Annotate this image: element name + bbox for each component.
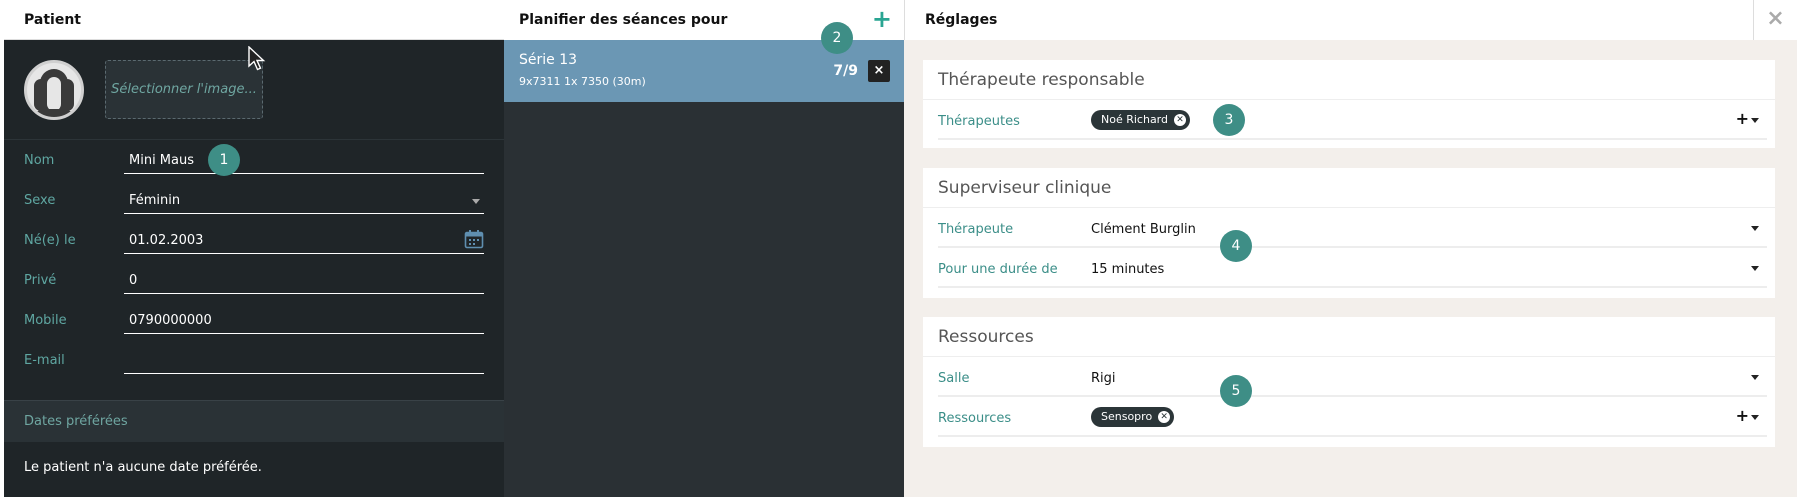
marker-4: 4 (1220, 230, 1252, 262)
caret-down-icon[interactable] (1751, 415, 1759, 420)
app-window: Patient Sélectionner l'image... Nom Mini… (0, 0, 1797, 497)
remove-tag-icon[interactable]: ✕ (1158, 411, 1171, 423)
settings-header: Réglages × (904, 0, 1797, 40)
email-input[interactable] (124, 348, 484, 374)
add-plus-icon[interactable]: + (872, 6, 892, 32)
calendar-icon[interactable] (464, 229, 484, 249)
caret-down-icon[interactable] (1751, 266, 1759, 271)
private-input[interactable]: 0 (124, 268, 484, 294)
tag-text: Sensopro (1101, 410, 1153, 423)
gender-select[interactable]: Féminin (124, 188, 484, 214)
caret-down-icon[interactable] (1751, 375, 1759, 380)
add-resource-button[interactable]: + (1736, 406, 1749, 425)
close-icon[interactable]: × (1753, 0, 1797, 40)
row-label: Thérapeute (938, 222, 1014, 237)
marker-5: 5 (1220, 375, 1252, 407)
card-title: Ressources (923, 317, 1775, 357)
gender-value: Féminin (129, 193, 181, 208)
patient-panel: Patient Sélectionner l'image... Nom Mini… (0, 0, 504, 497)
planner-panel: Planifier des séances pour + Série 13 9x… (504, 0, 904, 497)
field-email: E-mail (4, 340, 504, 380)
row-label: Pour une durée de (938, 262, 1058, 277)
caret-down-icon[interactable] (1751, 226, 1759, 231)
select-image-dropzone[interactable]: Sélectionner l'image... (105, 60, 263, 119)
row-label: Salle (938, 371, 970, 386)
field-label: Privé (24, 273, 57, 288)
patient-panel-title: Patient (4, 0, 504, 40)
settings-title: Réglages (925, 12, 998, 28)
therapists-row: Thérapeutes Noé Richard ✕ + (923, 100, 1775, 140)
supervisor-duration-row[interactable]: Pour une durée de 15 minutes (923, 248, 1775, 288)
field-sexe: Sexe Féminin (4, 180, 504, 220)
caret-down-icon (472, 199, 480, 204)
mouse-cursor-icon (248, 46, 266, 71)
tag-text: Noé Richard (1101, 113, 1168, 126)
room-row[interactable]: Salle Rigi (923, 357, 1775, 397)
row-label: Ressources (938, 411, 1012, 426)
therapist-card: Thérapeute responsable Thérapeutes Noé R… (923, 60, 1775, 148)
field-mobile: Mobile 0790000000 (4, 300, 504, 340)
marker-3: 3 (1213, 104, 1245, 136)
serie-title: Série 13 (519, 52, 578, 68)
add-therapist-button[interactable]: + (1736, 109, 1749, 128)
field-label: Nom (24, 153, 55, 168)
field-label: Sexe (24, 193, 56, 208)
therapist-tag[interactable]: Noé Richard ✕ (1091, 110, 1190, 130)
duration-select[interactable]: 15 minutes (1091, 262, 1164, 277)
row-label: Thérapeutes (938, 114, 1020, 129)
field-label: Né(e) le (24, 233, 76, 248)
supervisor-therapist-row[interactable]: Thérapeute Clément Burglin (923, 208, 1775, 248)
field-label: E-mail (24, 353, 65, 368)
supervisor-card: Superviseur clinique Thérapeute Clément … (923, 168, 1775, 298)
resources-card: Ressources Salle Rigi Ressources Sensopr… (923, 317, 1775, 447)
supervisor-therapist-select[interactable]: Clément Burglin (1091, 222, 1196, 237)
birthdate-value: 01.02.2003 (129, 233, 204, 248)
mobile-input[interactable]: 0790000000 (124, 308, 484, 334)
marker-1: 1 (208, 144, 240, 176)
room-select[interactable]: Rigi (1091, 371, 1116, 386)
serie-count: 7/9 (833, 63, 858, 79)
preferred-dates-empty: Le patient n'a aucune date préférée. (24, 460, 262, 475)
field-nom: Nom Mini Maus (4, 140, 504, 180)
card-title: Thérapeute responsable (923, 60, 1775, 100)
serie-subtitle: 9x7311 1x 7350 (30m) (519, 75, 646, 88)
planner-title: Planifier des séances pour (519, 12, 728, 28)
remove-serie-button[interactable]: × (868, 60, 890, 82)
birthdate-input[interactable]: 01.02.2003 (124, 228, 484, 254)
avatar-icon (24, 60, 84, 120)
field-birthdate: Né(e) le 01.02.2003 (4, 220, 504, 260)
card-title: Superviseur clinique (923, 168, 1775, 208)
marker-2: 2 (821, 22, 853, 54)
remove-tag-icon[interactable]: ✕ (1174, 114, 1186, 126)
preferred-dates-header[interactable]: Dates préférées (4, 400, 504, 442)
resources-row: Ressources Sensopro ✕ + (923, 397, 1775, 437)
name-input[interactable]: Mini Maus (124, 148, 484, 174)
resource-tag[interactable]: Sensopro ✕ (1091, 407, 1175, 427)
caret-down-icon[interactable] (1751, 118, 1759, 123)
field-prive: Privé 0 (4, 260, 504, 300)
settings-panel: Réglages × Thérapeute responsable Thérap… (904, 0, 1797, 497)
field-label: Mobile (24, 313, 67, 328)
